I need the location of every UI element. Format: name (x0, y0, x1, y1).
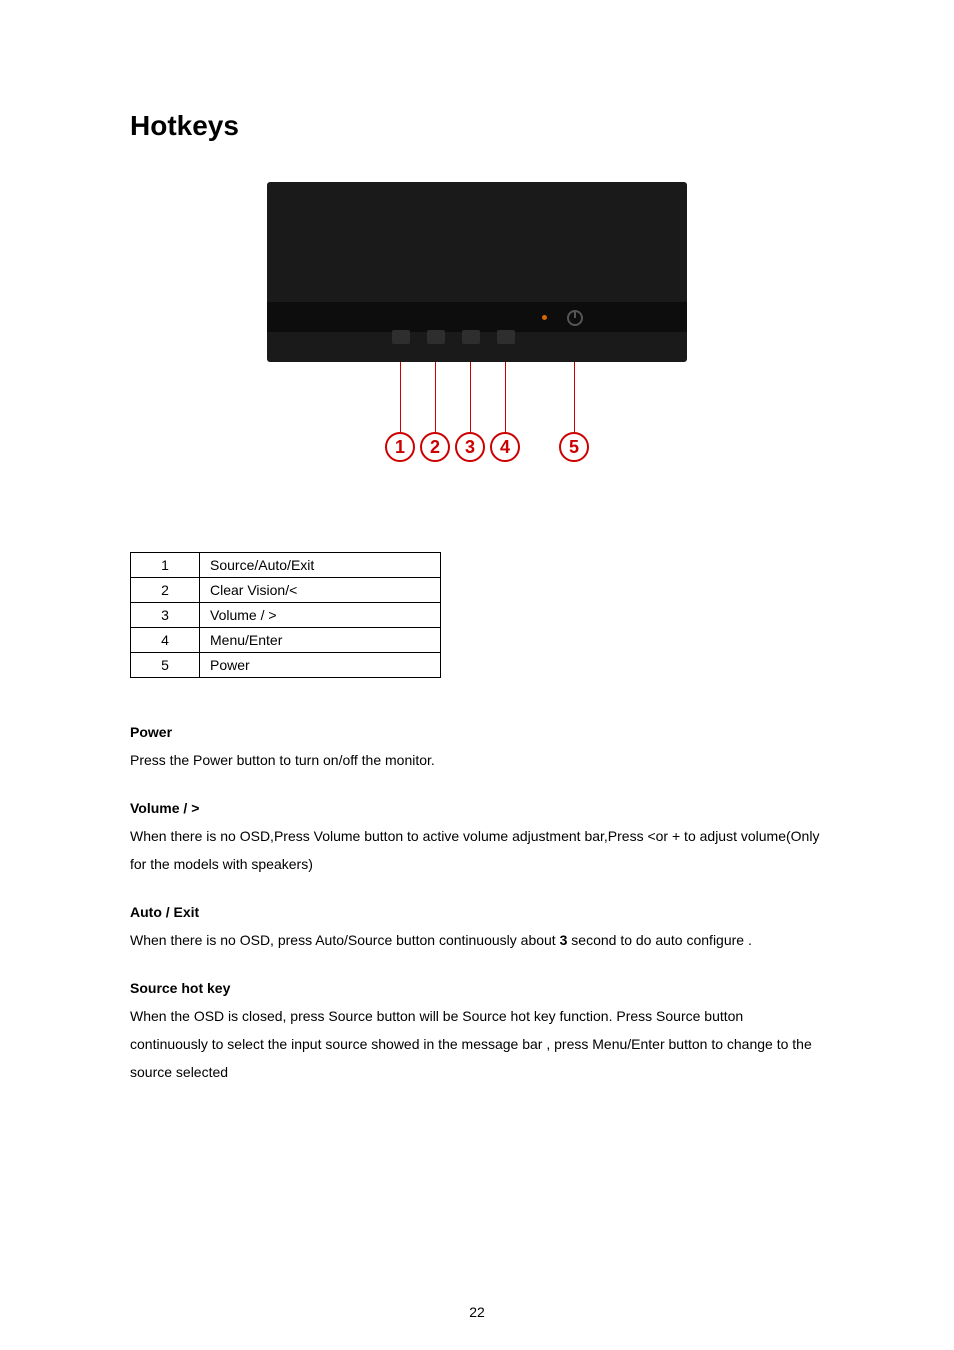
power-button-icon (567, 310, 583, 326)
callout-lines: 1 2 3 4 5 (267, 362, 687, 472)
table-row: 4 Menu/Enter (131, 628, 441, 653)
table-row: 3 Volume / > (131, 603, 441, 628)
section-body: When there is no OSD, press Auto/Source … (130, 926, 824, 954)
section-power: Power Press the Power button to turn on/… (130, 718, 824, 774)
callout-line-4 (505, 362, 506, 432)
callout-line-2 (435, 362, 436, 432)
callout-number-3: 3 (455, 432, 485, 462)
hotkey-label: Clear Vision/< (200, 578, 441, 603)
hotkey-number: 1 (131, 553, 200, 578)
hotkey-button-4-icon (497, 330, 515, 344)
section-heading: Auto / Exit (130, 898, 824, 926)
page-title: Hotkeys (130, 110, 824, 142)
section-heading: Volume / > (130, 794, 824, 822)
callout-number-2: 2 (420, 432, 450, 462)
hotkeys-figure: 1 2 3 4 5 (130, 182, 824, 472)
callout-line-5 (574, 362, 575, 432)
hotkey-button-3-icon (462, 330, 480, 344)
page: Hotkeys 1 2 3 4 5 1 (0, 0, 954, 1350)
callout-line-1 (400, 362, 401, 432)
section-body-pre: When there is no OSD, press Auto/Source … (130, 932, 560, 948)
callout-line-3 (470, 362, 471, 432)
button-strip (267, 324, 687, 344)
hotkey-label: Menu/Enter (200, 628, 441, 653)
section-volume: Volume / > When there is no OSD,Press Vo… (130, 794, 824, 878)
section-body: Press the Power button to turn on/off th… (130, 746, 824, 774)
table-row: 1 Source/Auto/Exit (131, 553, 441, 578)
hotkey-number: 5 (131, 653, 200, 678)
callout-number-1: 1 (385, 432, 415, 462)
monitor-bezel-illustration (267, 182, 687, 362)
hotkey-button-1-icon (392, 330, 410, 344)
section-source-hotkey: Source hot key When the OSD is closed, p… (130, 974, 824, 1086)
hotkey-button-2-icon (427, 330, 445, 344)
section-body-post: second to do auto configure . (567, 932, 751, 948)
hotkey-label: Source/Auto/Exit (200, 553, 441, 578)
section-auto-exit: Auto / Exit When there is no OSD, press … (130, 898, 824, 954)
section-body: When the OSD is closed, press Source but… (130, 1002, 824, 1086)
section-body: When there is no OSD,Press Volume button… (130, 822, 824, 878)
page-number: 22 (0, 1304, 954, 1320)
hotkey-label: Volume / > (200, 603, 441, 628)
power-led-icon (542, 315, 547, 320)
table-row: 2 Clear Vision/< (131, 578, 441, 603)
hotkey-label: Power (200, 653, 441, 678)
section-heading: Source hot key (130, 974, 824, 1002)
section-heading: Power (130, 718, 824, 746)
hotkey-number: 4 (131, 628, 200, 653)
hotkeys-table: 1 Source/Auto/Exit 2 Clear Vision/< 3 Vo… (130, 552, 441, 678)
callout-number-5: 5 (559, 432, 589, 462)
callout-number-4: 4 (490, 432, 520, 462)
hotkey-number: 2 (131, 578, 200, 603)
hotkey-number: 3 (131, 603, 200, 628)
table-row: 5 Power (131, 653, 441, 678)
